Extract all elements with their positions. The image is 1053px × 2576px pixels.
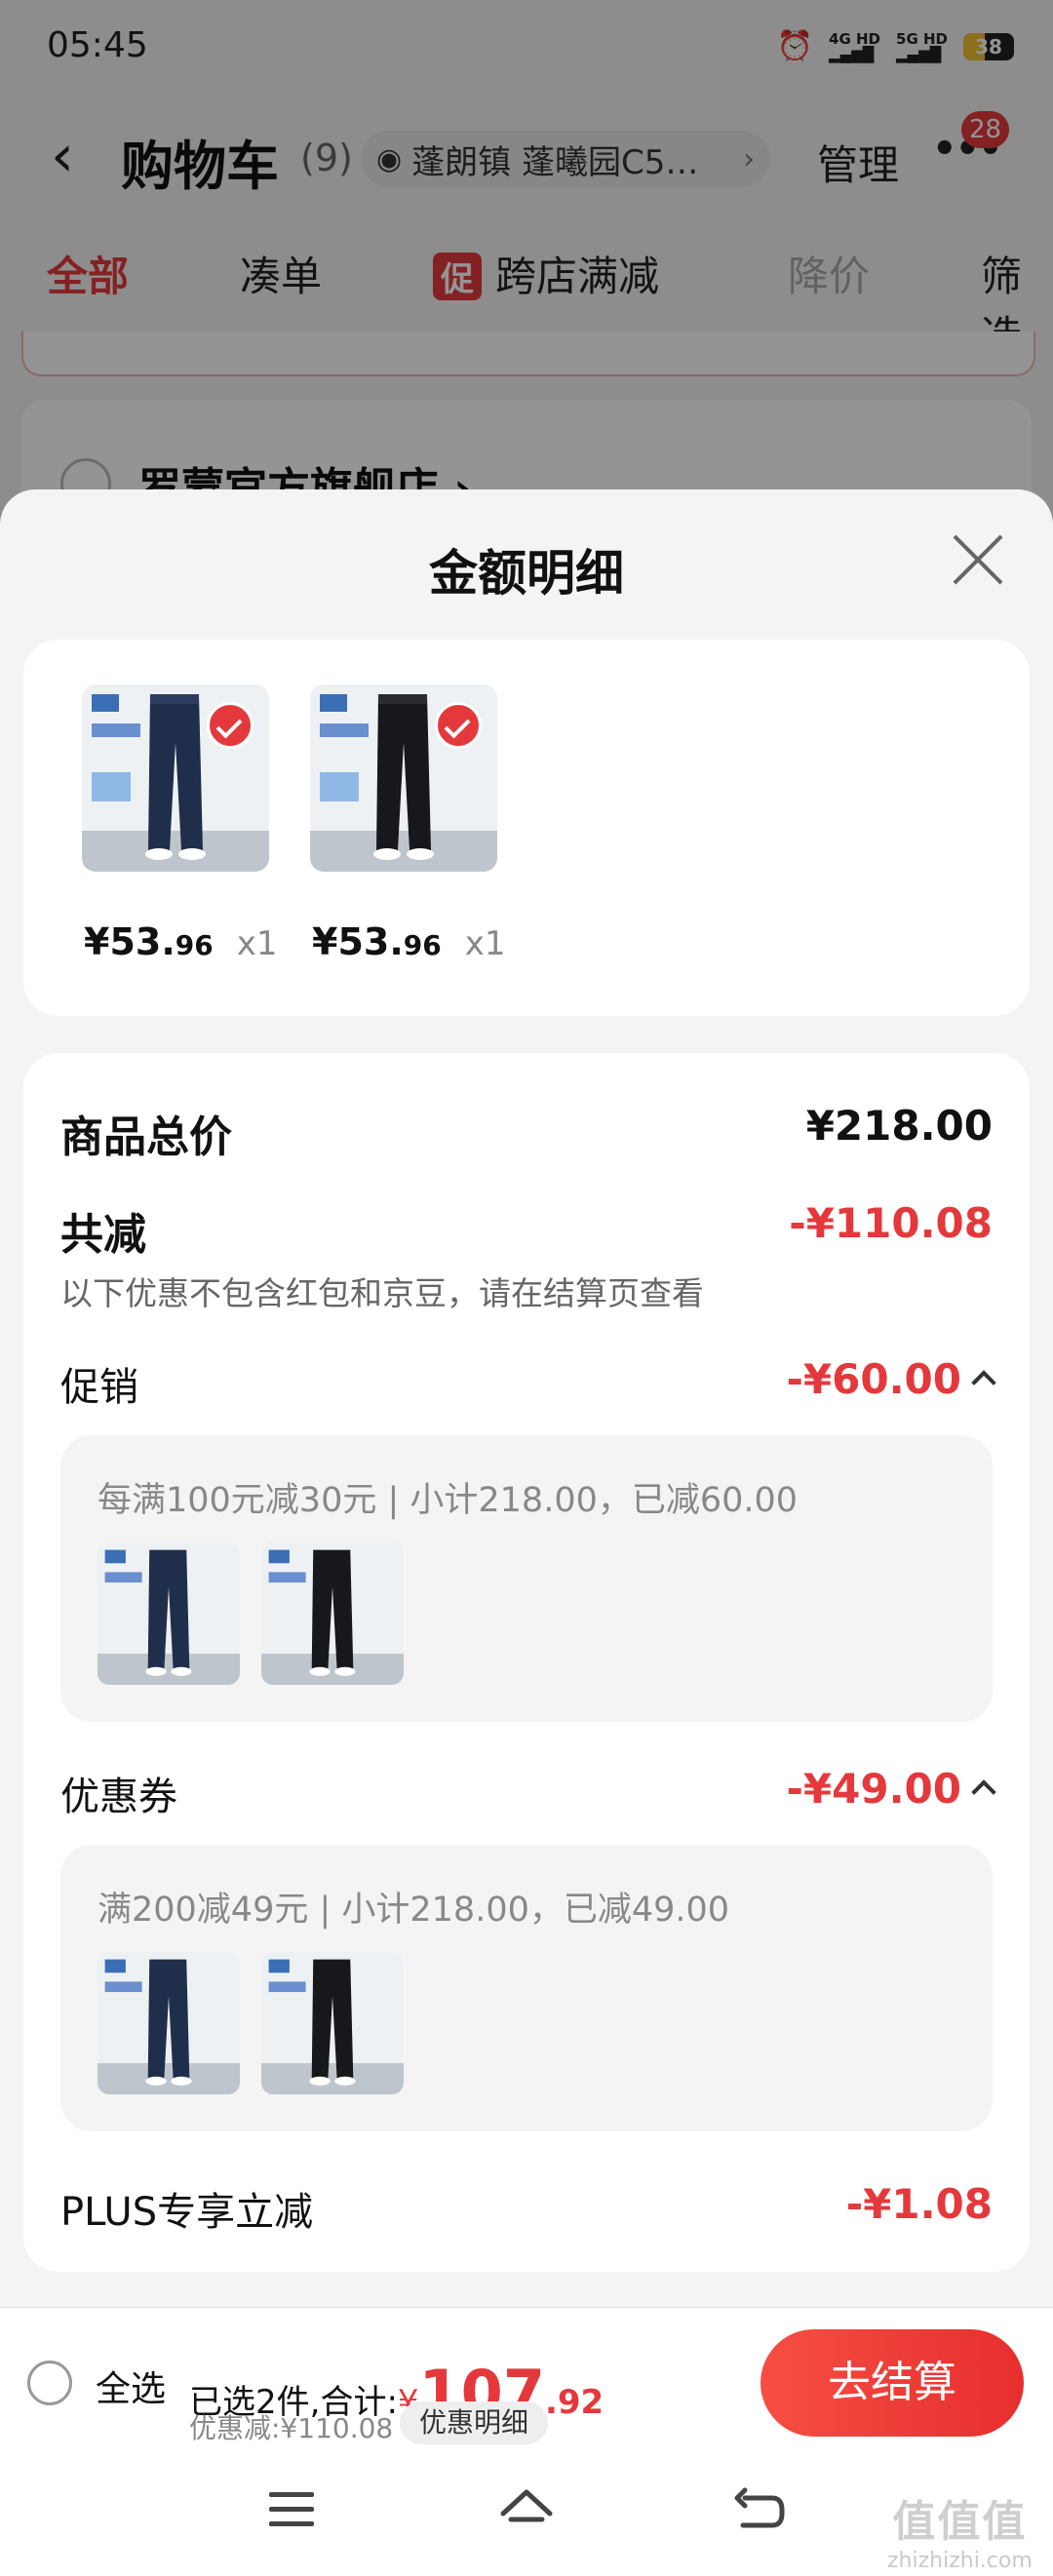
product-item[interactable]: ¥53.96 x1 bbox=[82, 684, 278, 963]
chevron-up-icon[interactable] bbox=[971, 1370, 996, 1395]
promo-label: 促销 bbox=[60, 1365, 138, 1410]
watermark: 值值值 zhizhizhi.com bbox=[887, 2497, 1033, 2573]
coupon-label: 优惠券 bbox=[60, 1775, 177, 1819]
product-image bbox=[310, 684, 497, 872]
menu-icon[interactable] bbox=[269, 2492, 314, 2536]
close-icon[interactable] bbox=[951, 532, 1005, 587]
plus-value: -¥1.08 bbox=[845, 2180, 993, 2228]
coupon-product-thumb bbox=[261, 1952, 404, 2094]
checkout-button[interactable]: 去结算 bbox=[760, 2329, 1024, 2437]
discount-note: 以下优惠不包含红包和京豆，请在结算页查看 bbox=[60, 1274, 704, 1312]
coupon-value: -¥49.00 bbox=[786, 1765, 996, 1813]
discount-summary: 优惠减:¥110.08 bbox=[189, 2412, 394, 2444]
chevron-up-icon[interactable] bbox=[971, 1779, 996, 1805]
jeans-image bbox=[261, 1952, 404, 2094]
discount-detail-button[interactable]: 优惠明细 bbox=[400, 2401, 549, 2444]
select-all-radio[interactable] bbox=[27, 2361, 72, 2405]
back-icon[interactable] bbox=[733, 2484, 788, 2539]
promo-product-thumb bbox=[98, 1542, 240, 1685]
jeans-image bbox=[98, 1952, 240, 2094]
selected-check-icon[interactable] bbox=[435, 702, 482, 749]
promo-product-thumb bbox=[261, 1542, 404, 1685]
promo-value: -¥60.00 bbox=[786, 1355, 996, 1403]
product-card: ¥53.96 x1 ¥53.96 x1 bbox=[23, 640, 1030, 1016]
amount-detail-sheet: 金额明细 ¥53.96 x1 ¥53.96 x1 商品总价 ¥218.00 共减… bbox=[0, 489, 1053, 2576]
discount-label: 共减 bbox=[60, 1210, 146, 1260]
product-price: ¥53.96 x1 bbox=[312, 920, 506, 963]
product-image bbox=[82, 684, 269, 872]
discount-value: -¥110.08 bbox=[789, 1199, 993, 1247]
promo-detail-box: 每满100元减30元 | 小计218.00，已减60.00 bbox=[60, 1435, 993, 1722]
amount-detail-card: 商品总价 ¥218.00 共减 -¥110.08 以下优惠不包含红包和京豆，请在… bbox=[23, 1053, 1030, 2272]
coupon-product-thumb bbox=[98, 1952, 240, 2094]
cart-page-background: 05:45 ⏰ 4G HD ▂▄▆█ 5G HD ▂▄▆█ 38 ‹ 购物车 (9)… bbox=[0, 0, 1053, 517]
plus-label: PLUS专享立减 bbox=[60, 2190, 314, 2235]
product-price: ¥53.96 x1 bbox=[84, 920, 278, 963]
total-value: ¥218.00 bbox=[805, 1102, 993, 1150]
promo-detail: 每满100元减30元 | 小计218.00，已减60.00 bbox=[98, 1481, 799, 1520]
total-label: 商品总价 bbox=[60, 1112, 232, 1162]
coupon-detail: 满200减49元 | 小计218.00，已减49.00 bbox=[98, 1891, 730, 1930]
sheet-title: 金额明细 bbox=[429, 545, 624, 602]
product-item[interactable]: ¥53.96 x1 bbox=[310, 684, 506, 963]
dim-overlay[interactable] bbox=[0, 0, 1053, 507]
selected-check-icon[interactable] bbox=[207, 702, 254, 749]
home-icon[interactable] bbox=[497, 2480, 556, 2539]
coupon-detail-box: 满200减49元 | 小计218.00，已减49.00 bbox=[60, 1845, 993, 2131]
jeans-image bbox=[261, 1542, 404, 1685]
jeans-image bbox=[98, 1542, 240, 1685]
checkout-bar: 全选 已选2件,合计:¥107.92 优惠减:¥110.08 优惠明细 去结算 bbox=[0, 2307, 1053, 2454]
select-all-label[interactable]: 全选 bbox=[96, 2361, 166, 2411]
